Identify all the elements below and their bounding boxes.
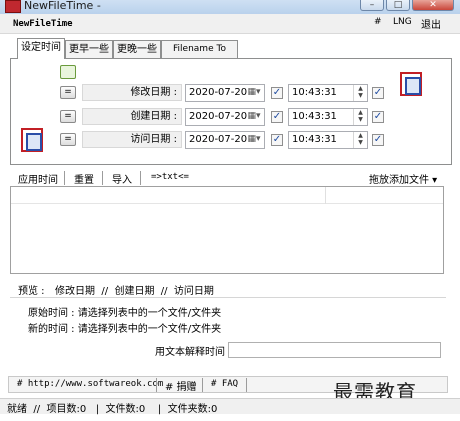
- footer-divider: [156, 378, 157, 392]
- file-list-header[interactable]: [11, 187, 443, 204]
- menu-lng[interactable]: LNG: [393, 17, 412, 27]
- export-txt-button[interactable]: =>txt<=: [151, 172, 189, 182]
- calendar-dropdown-icon[interactable]: ▦▾: [245, 85, 263, 101]
- footer-divider: [246, 378, 247, 392]
- reset-button[interactable]: 重置: [74, 171, 94, 186]
- tab-earlier[interactable]: 更早一些: [65, 40, 113, 59]
- faq-link[interactable]: # FAQ: [211, 379, 238, 389]
- create-date-checkbox[interactable]: ✓: [271, 111, 283, 123]
- access-time-spinner[interactable]: ▲ ▼: [353, 132, 367, 148]
- import-button[interactable]: 导入: [112, 171, 132, 186]
- column-divider[interactable]: [325, 187, 326, 204]
- toolbar-divider: [64, 171, 65, 185]
- new-time-text: 新的时间 : 请选择列表中的一个文件/文件夹: [28, 324, 222, 335]
- calendar-dropdown-icon[interactable]: ▦▾: [245, 109, 263, 125]
- toolbar-divider: [102, 171, 103, 185]
- tab-set-time[interactable]: 设定时间: [17, 38, 65, 59]
- create-date-equal-button[interactable]: =: [60, 110, 76, 123]
- modify-time-spinner[interactable]: ▲ ▼: [353, 85, 367, 101]
- menu-hash[interactable]: #: [374, 17, 382, 27]
- window-title: NewFileTime -: [24, 0, 101, 12]
- file-time-icon-right[interactable]: [400, 72, 422, 96]
- donate-link[interactable]: # 捐赠: [165, 378, 197, 393]
- text-format-label: 用文本解释时间: [155, 347, 225, 358]
- access-time-checkbox[interactable]: ✓: [372, 134, 384, 146]
- close-button[interactable]: ✕: [412, 0, 454, 11]
- text-format-input[interactable]: [228, 342, 441, 358]
- file-time-icon-left[interactable]: [21, 128, 43, 152]
- minimize-button[interactable]: –: [360, 0, 384, 11]
- modify-date-label: 修改日期 :: [82, 84, 182, 101]
- app-name-label: NewFileTime: [13, 19, 73, 29]
- access-date-equal-button[interactable]: =: [60, 133, 76, 146]
- create-time-checkbox[interactable]: ✓: [372, 111, 384, 123]
- drag-add-files-dropdown[interactable]: 拖放添加文件 ▾: [369, 171, 437, 186]
- website-link[interactable]: # http://www.softwareok.com: [17, 379, 163, 389]
- create-time-spinner[interactable]: ▲ ▼: [353, 109, 367, 125]
- file-list[interactable]: [10, 186, 444, 274]
- preview-label: 预览 :: [18, 286, 45, 297]
- modify-time-checkbox[interactable]: ✓: [372, 87, 384, 99]
- modify-date-equal-button[interactable]: =: [60, 86, 76, 99]
- maximize-button[interactable]: □: [386, 0, 410, 11]
- modify-date-checkbox[interactable]: ✓: [271, 87, 283, 99]
- menu-exit[interactable]: 退出: [421, 16, 441, 31]
- original-time-text: 原始时间 : 请选择列表中的一个文件/文件夹: [28, 308, 222, 319]
- access-date-checkbox[interactable]: ✓: [271, 134, 283, 146]
- create-date-label: 创建日期 :: [82, 108, 182, 125]
- apply-time-button[interactable]: 应用时间: [18, 171, 58, 186]
- footer-divider: [202, 378, 203, 392]
- divider: [10, 297, 446, 298]
- refresh-icon[interactable]: [60, 65, 76, 79]
- access-date-label: 访问日期 :: [82, 131, 182, 148]
- tab-filename-to-time[interactable]: Filename To Time: [161, 40, 238, 71]
- toolbar-divider: [140, 171, 141, 185]
- calendar-dropdown-icon[interactable]: ▦▾: [245, 132, 263, 148]
- tab-later[interactable]: 更晚一些: [113, 40, 161, 59]
- status-text: 就绪 // 项目数:0 | 文件数:0 | 文件夹数:0: [7, 404, 218, 415]
- app-icon: [5, 0, 21, 13]
- preview-items: 修改日期 // 创建日期 // 访问日期: [55, 286, 214, 297]
